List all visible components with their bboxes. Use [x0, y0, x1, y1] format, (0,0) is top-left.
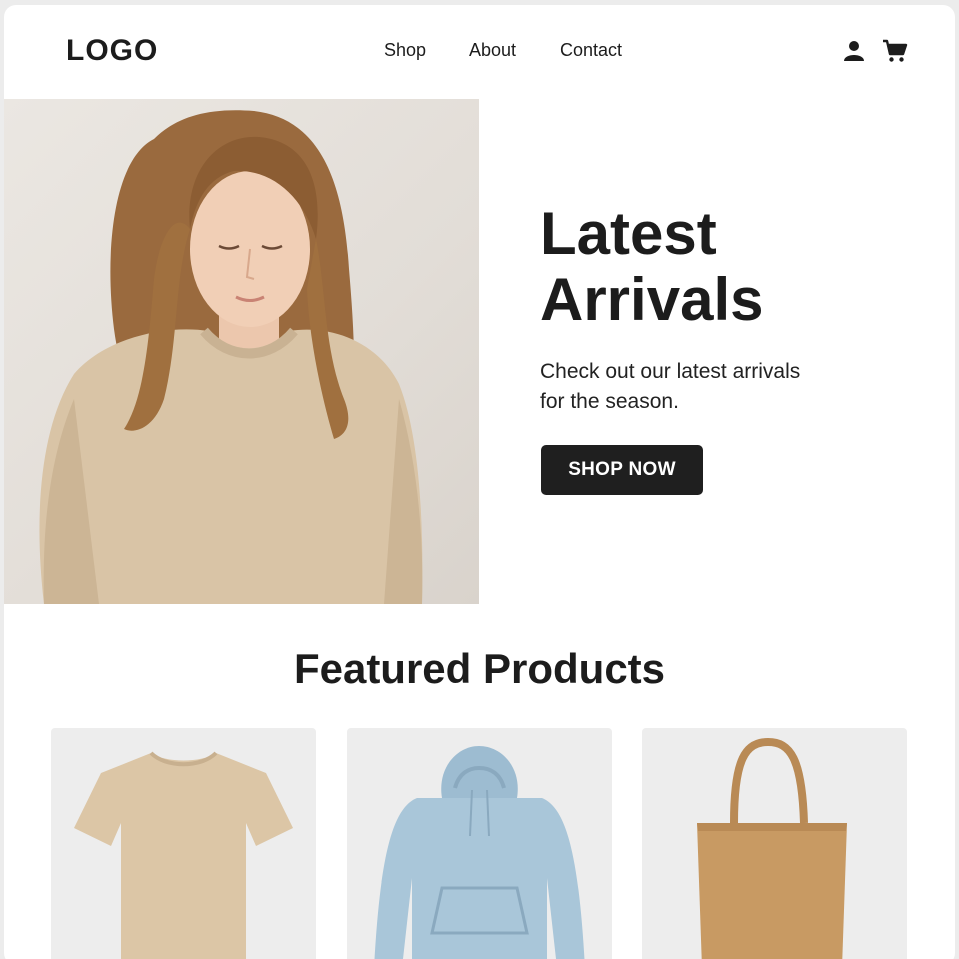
hero-subtitle: Check out our latest arrivals for the se… [540, 357, 860, 417]
featured-products-heading: Featured Products [293, 645, 666, 692]
product-card-tshirt[interactable] [51, 728, 316, 959]
shop-now-button[interactable]: SHOP NOW [541, 445, 703, 495]
storefront-page: LOGO Shop About Contact Latest Arrivals … [4, 5, 955, 959]
nav-contact-link[interactable]: Contact [560, 40, 622, 61]
hero-subtitle-line-1: Check out our latest arrivals [540, 360, 801, 383]
logo[interactable]: LOGO [66, 34, 158, 68]
nav-about-link[interactable]: About [469, 40, 516, 61]
product-card-tote-bag[interactable] [642, 728, 907, 959]
product-card-hoodie[interactable] [347, 728, 612, 959]
hero-model-image [4, 99, 479, 604]
tshirt-image [74, 751, 293, 959]
cart-icon[interactable] [882, 38, 908, 64]
nav-shop-link[interactable]: Shop [384, 40, 426, 61]
hero-title: Latest Arrivals [540, 201, 920, 333]
hero-title-line-2: Arrivals [540, 266, 764, 333]
hero-subtitle-line-2: for the season. [540, 390, 679, 413]
hoodie-image [374, 746, 585, 959]
user-icon[interactable] [841, 38, 867, 64]
hero-title-line-1: Latest [540, 200, 717, 267]
site-header: LOGO Shop About Contact [4, 5, 955, 99]
tote-bag-image [697, 737, 847, 959]
